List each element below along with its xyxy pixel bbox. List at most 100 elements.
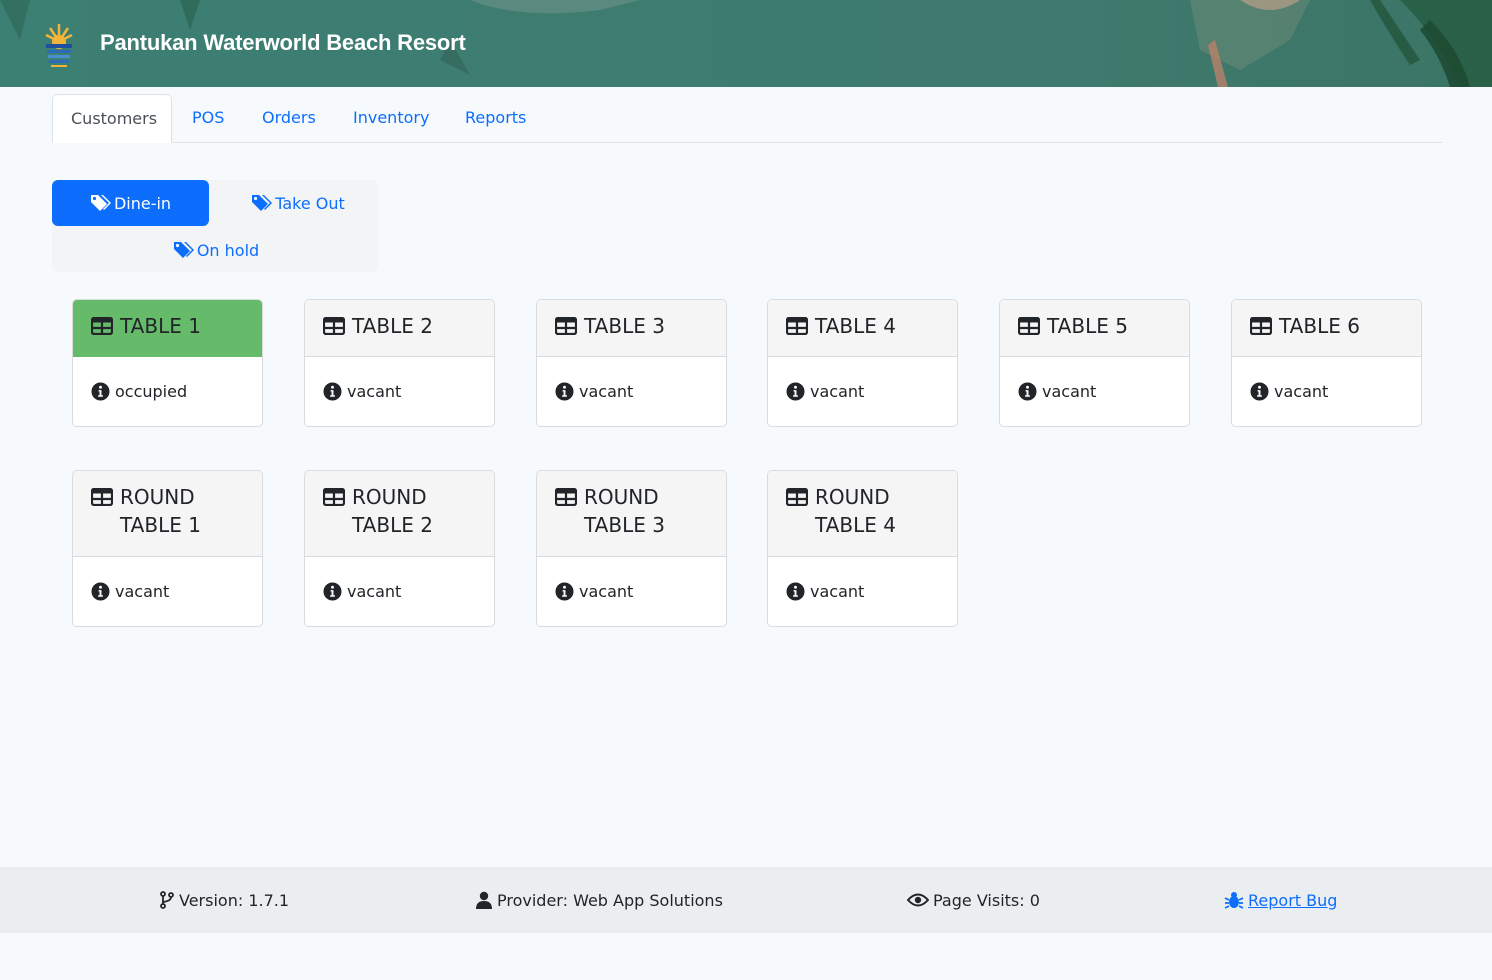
table-card[interactable]: TABLE 5 vacant <box>999 299 1190 427</box>
dine-in-button[interactable]: Dine-in <box>52 180 209 226</box>
table-name-line1: ROUND <box>815 485 890 509</box>
info-circle-icon <box>555 382 574 401</box>
info-circle-icon <box>786 382 805 401</box>
info-circle-icon <box>1018 382 1037 401</box>
tab-orders[interactable]: Orders <box>262 94 316 143</box>
table-name: ROUND TABLE 1 <box>120 483 201 539</box>
table-card[interactable]: ROUND TABLE 1 vacant <box>72 470 263 627</box>
page-visits-info: Page Visits: 0 <box>907 867 1040 933</box>
table-name-line1: TABLE 5 <box>1047 314 1128 338</box>
table-status: vacant <box>810 382 865 401</box>
table-name-line1: TABLE 4 <box>815 314 896 338</box>
table-card-header: TABLE 2 <box>305 300 494 357</box>
table-status: vacant <box>810 582 865 601</box>
table-card[interactable]: TABLE 4 vacant <box>767 299 958 427</box>
on-hold-label: On hold <box>196 240 260 260</box>
table-card-header: TABLE 1 <box>73 300 262 357</box>
table-icon <box>323 317 345 335</box>
table-card-body: vacant <box>1232 357 1421 426</box>
tab-customers[interactable]: Customers <box>52 94 172 143</box>
table-card-header: ROUND TABLE 2 <box>305 471 494 557</box>
table-name-line1: ROUND <box>584 485 659 509</box>
table-card-header: TABLE 3 <box>537 300 726 357</box>
table-card-body: vacant <box>305 357 494 426</box>
table-name-line1: TABLE 2 <box>352 314 433 338</box>
app-header: Pantukan Waterworld Beach Resort <box>0 0 1492 87</box>
table-card-header: ROUND TABLE 1 <box>73 471 262 557</box>
user-icon <box>476 891 492 909</box>
take-out-label: Take Out <box>275 193 345 213</box>
table-card-header: ROUND TABLE 3 <box>537 471 726 557</box>
table-card-header: TABLE 4 <box>768 300 957 357</box>
table-status: vacant <box>1274 382 1329 401</box>
table-name-line2: TABLE 4 <box>815 513 896 537</box>
table-name: TABLE 4 <box>815 312 896 340</box>
table-status: vacant <box>115 582 170 601</box>
table-card-body: vacant <box>73 557 262 626</box>
tab-pos[interactable]: POS <box>192 94 224 143</box>
table-name: ROUND TABLE 4 <box>815 483 896 539</box>
table-name: TABLE 2 <box>352 312 433 340</box>
table-name-line2: TABLE 3 <box>584 513 665 537</box>
table-name: ROUND TABLE 3 <box>584 483 665 539</box>
on-hold-button[interactable]: On hold <box>136 227 296 273</box>
table-icon <box>1018 317 1040 335</box>
tags-icon <box>252 195 273 211</box>
info-circle-icon <box>91 582 110 601</box>
report-bug-link[interactable]: Report Bug <box>1224 867 1337 933</box>
table-name: TABLE 5 <box>1047 312 1128 340</box>
table-name-line1: TABLE 3 <box>584 314 665 338</box>
provider-text: Provider: Web App Solutions <box>497 890 723 910</box>
table-card-body: occupied <box>73 357 262 426</box>
table-card-header: ROUND TABLE 4 <box>768 471 957 557</box>
table-card-body: vacant <box>537 357 726 426</box>
info-circle-icon <box>786 582 805 601</box>
app-footer: Version: 1.7.1 Provider: Web App Solutio… <box>0 867 1492 933</box>
page-visits-text: Page Visits: 0 <box>933 890 1040 910</box>
provider-info: Provider: Web App Solutions <box>475 867 723 933</box>
table-status: vacant <box>347 582 402 601</box>
table-status: vacant <box>579 582 634 601</box>
info-circle-icon <box>555 582 574 601</box>
table-status: vacant <box>347 382 402 401</box>
info-circle-icon <box>323 382 342 401</box>
tab-reports[interactable]: Reports <box>465 94 526 143</box>
table-icon <box>91 317 113 335</box>
table-card[interactable]: TABLE 3 vacant <box>536 299 727 427</box>
table-name-line1: TABLE 6 <box>1279 314 1360 338</box>
dine-in-label: Dine-in <box>113 193 172 213</box>
table-name: TABLE 1 <box>120 312 201 340</box>
code-branch-icon <box>160 891 174 909</box>
info-circle-icon <box>1250 382 1269 401</box>
table-icon <box>323 488 345 506</box>
table-icon <box>1250 317 1272 335</box>
main-tabs: Customers POS Orders Inventory Reports <box>52 94 1442 143</box>
resort-logo <box>45 24 73 67</box>
table-name-line2: TABLE 2 <box>352 513 433 537</box>
tab-inventory[interactable]: Inventory <box>353 94 429 143</box>
table-card-header: TABLE 6 <box>1232 300 1421 357</box>
table-status: occupied <box>115 382 188 401</box>
table-card-body: vacant <box>1000 357 1189 426</box>
table-card[interactable]: TABLE 2 vacant <box>304 299 495 427</box>
version-info: Version: 1.7.1 <box>159 867 289 933</box>
table-name-line1: ROUND <box>352 485 427 509</box>
table-name-line2: TABLE 1 <box>120 513 201 537</box>
table-card[interactable]: TABLE 1 occupied <box>72 299 263 427</box>
table-status: vacant <box>579 382 634 401</box>
table-icon <box>91 488 113 506</box>
take-out-button[interactable]: Take Out <box>218 180 378 226</box>
bug-icon <box>1224 892 1244 909</box>
table-card[interactable]: ROUND TABLE 4 vacant <box>767 470 958 627</box>
table-card[interactable]: TABLE 6 vacant <box>1231 299 1422 427</box>
report-bug-text: Report Bug <box>1248 890 1338 910</box>
table-name-line1: TABLE 1 <box>120 314 201 338</box>
tags-icon <box>90 195 111 211</box>
table-card[interactable]: ROUND TABLE 2 vacant <box>304 470 495 627</box>
table-card-body: vacant <box>768 557 957 626</box>
table-card-header: TABLE 5 <box>1000 300 1189 357</box>
table-card[interactable]: ROUND TABLE 3 vacant <box>536 470 727 627</box>
tags-icon <box>173 242 194 258</box>
table-name-line1: ROUND <box>120 485 195 509</box>
table-name: TABLE 6 <box>1279 312 1360 340</box>
